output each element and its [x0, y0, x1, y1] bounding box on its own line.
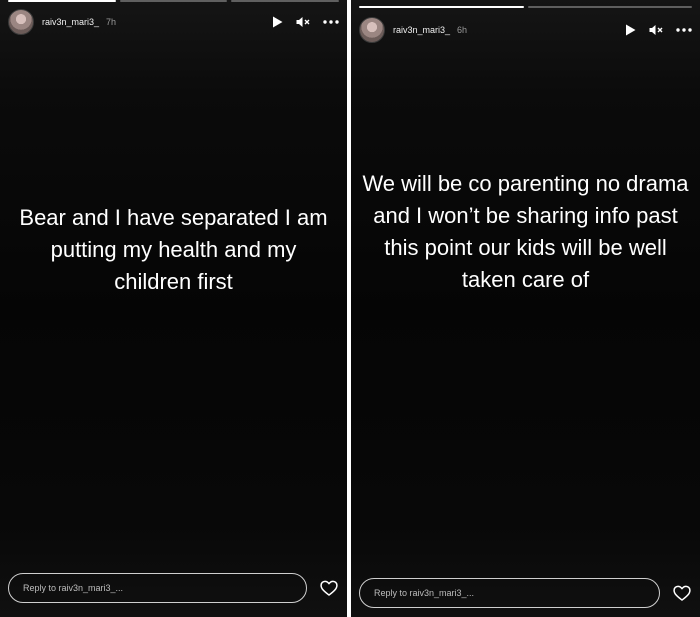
- story-text: We will be co parenting no drama and I w…: [362, 171, 689, 292]
- heart-icon[interactable]: [319, 578, 339, 598]
- progress-segment: [527, 6, 692, 8]
- progress-segment: [231, 0, 340, 2]
- story-left: raiv3n_mari3_ 7h Bear and I have separat…: [0, 0, 347, 617]
- story-right: raiv3n_mari3_ 6h We will be co parenting…: [351, 0, 700, 617]
- progress-fill: [8, 0, 116, 2]
- progress-segment: [8, 0, 116, 2]
- mute-icon[interactable]: [649, 24, 663, 36]
- post-time: 6h: [457, 25, 468, 35]
- story-progress: [359, 6, 692, 9]
- avatar[interactable]: [359, 17, 385, 43]
- more-icon[interactable]: [676, 28, 692, 32]
- story-text: Bear and I have separated I am putting m…: [19, 205, 328, 294]
- story-controls: [272, 16, 339, 28]
- story-header: raiv3n_mari3_ 7h: [8, 7, 339, 37]
- reply-row: Reply to raiv3n_mari3_...: [8, 573, 339, 603]
- reply-input[interactable]: Reply to raiv3n_mari3_...: [8, 573, 307, 603]
- story-progress: [8, 0, 340, 3]
- avatar[interactable]: [8, 9, 34, 35]
- more-icon[interactable]: [323, 20, 339, 24]
- post-time: 7h: [106, 17, 117, 27]
- story-header: raiv3n_mari3_ 6h: [359, 15, 692, 45]
- username[interactable]: raiv3n_mari3_: [42, 17, 99, 27]
- mute-icon[interactable]: [296, 16, 310, 28]
- play-icon[interactable]: [272, 16, 283, 28]
- username[interactable]: raiv3n_mari3_: [393, 25, 450, 35]
- story-controls: [625, 24, 692, 36]
- progress-segment: [359, 6, 524, 8]
- play-icon[interactable]: [625, 24, 636, 36]
- heart-icon[interactable]: [672, 583, 692, 603]
- reply-row: Reply to raiv3n_mari3_...: [359, 578, 692, 608]
- reply-input[interactable]: Reply to raiv3n_mari3_...: [359, 578, 660, 608]
- progress-segment: [119, 0, 228, 2]
- progress-fill: [359, 6, 524, 8]
